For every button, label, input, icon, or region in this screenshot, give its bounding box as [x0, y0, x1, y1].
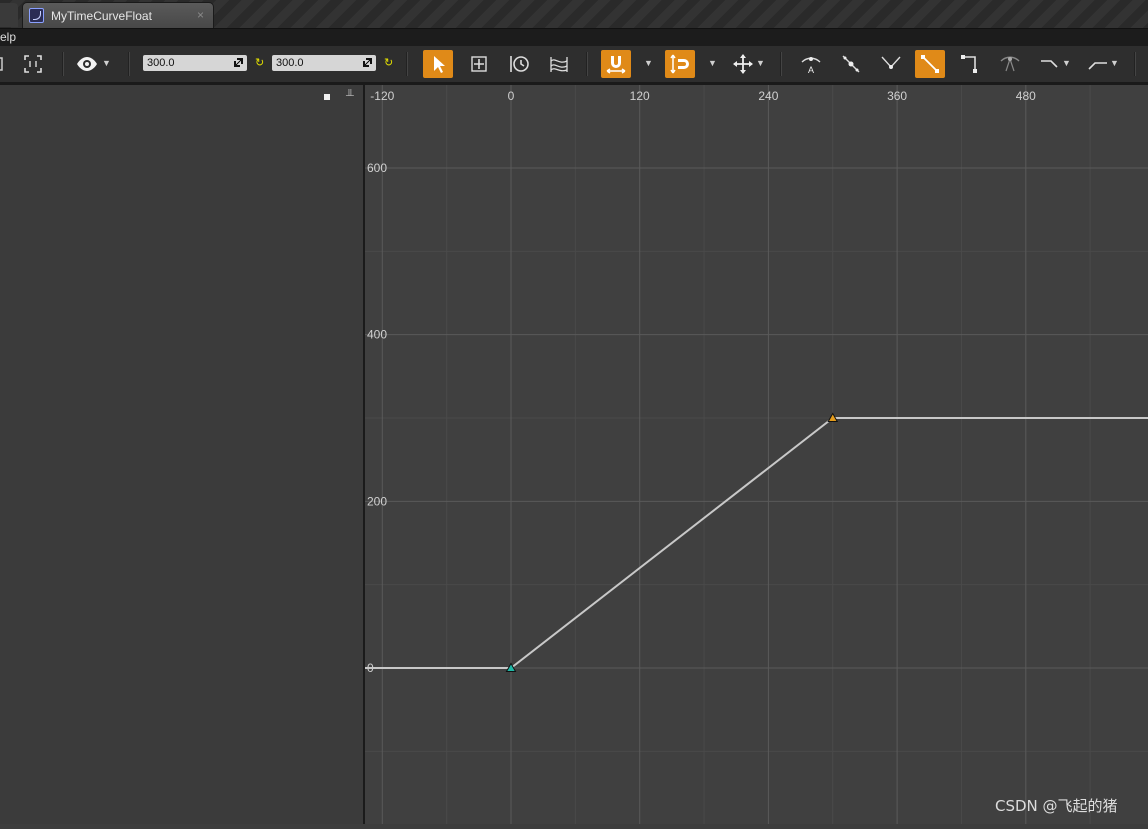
post-infinity-button[interactable]: [1083, 50, 1113, 78]
graph-background: [365, 85, 1148, 824]
value-field-1-text: 300.0: [147, 57, 175, 69]
flatten-tangent-icon: [1000, 56, 1020, 72]
select-tool-button[interactable]: [423, 50, 453, 78]
pre-infinity-icon: [1041, 60, 1058, 68]
reset-field-1-icon[interactable]: ↻: [255, 56, 264, 69]
post-infinity-icon: [1088, 62, 1107, 70]
value-field-2[interactable]: 300.0: [272, 55, 376, 71]
snap-time-button[interactable]: [601, 50, 631, 78]
curve-graph-canvas[interactable]: -12001202403604806 6004002000: [350, 85, 1148, 824]
frame-selection-button[interactable]: [18, 50, 48, 78]
user-tangent-icon: [842, 55, 860, 73]
pre-infinity-dropdown-icon[interactable]: ▼: [1062, 58, 1072, 68]
curve-asset-tab[interactable]: MyTimeCurveFloat ×: [22, 2, 214, 28]
eye-icon: [77, 57, 97, 71]
snap-value-button[interactable]: [665, 50, 695, 78]
y-tick-label: 400: [367, 328, 387, 342]
transform-icon: [471, 56, 487, 72]
snap-value-dropdown-icon[interactable]: ▼: [708, 58, 718, 68]
reset-field-2-icon[interactable]: ↻: [384, 56, 393, 69]
y-tick-label: 600: [367, 161, 387, 175]
retime-tool-button[interactable]: [504, 50, 534, 78]
curve-tree-panel: ╨: [0, 85, 363, 824]
x-tick-label: 480: [1016, 89, 1036, 103]
linear-interp-icon: [921, 55, 939, 73]
magnet-time-icon: [606, 56, 626, 74]
constant-interp-button[interactable]: [955, 50, 985, 78]
clock-icon: [510, 56, 529, 72]
post-infinity-dropdown-icon[interactable]: ▼: [1110, 58, 1120, 68]
expand-arrows-icon: [234, 58, 243, 67]
menu-help[interactable]: elp: [0, 30, 16, 44]
axis-snap-dropdown-icon[interactable]: ▼: [756, 58, 766, 68]
tab-bar: MyTimeCurveFloat ×: [0, 0, 1148, 29]
move-arrows-icon: [733, 54, 753, 74]
view-options-dropdown-icon[interactable]: ▼: [102, 58, 112, 68]
x-tick-label: 0: [508, 89, 515, 103]
linear-interp-button[interactable]: [915, 50, 945, 78]
pin-icon[interactable]: ╨: [346, 90, 354, 102]
break-tangent-icon: [881, 56, 901, 69]
view-options-button[interactable]: [74, 50, 100, 78]
watermark-text: CSDN @飞起的猪: [995, 797, 1118, 815]
user-tangent-button[interactable]: [836, 50, 866, 78]
curve-graph[interactable]: -12001202403604806 6004002000: [350, 85, 1148, 824]
x-tick-label: 120: [630, 89, 650, 103]
menu-bar: elp: [0, 29, 1148, 46]
previous-tab-stub[interactable]: [0, 3, 18, 27]
x-tick-label: 360: [887, 89, 907, 103]
value-field-1[interactable]: 300.0: [143, 55, 247, 71]
constant-interp-icon: [961, 55, 977, 73]
x-tick-label: -120: [370, 89, 394, 103]
auto-tangent-icon: A: [801, 57, 821, 75]
axis-snap-button[interactable]: [728, 50, 758, 78]
magnet-value-icon: [670, 54, 689, 74]
flatten-tangent-button[interactable]: [995, 50, 1025, 78]
multi-scale-tool-button[interactable]: [544, 50, 574, 78]
curve-editor-toolbar: ▼ 300.0 ↻ 300.0 ↻ ▼ ▼ ▼ A ▼ ▼: [0, 46, 1148, 85]
waves-icon: [550, 57, 568, 72]
frame-icon: [24, 55, 42, 73]
expand-arrows-icon: [363, 58, 372, 67]
x-tick-label: 240: [758, 89, 778, 103]
tab-title: MyTimeCurveFloat: [51, 9, 152, 23]
panel-options-icon[interactable]: [324, 94, 330, 100]
auto-tangent-button[interactable]: A: [796, 50, 826, 78]
cursor-icon: [434, 56, 445, 73]
close-tab-button[interactable]: ×: [197, 8, 204, 22]
value-field-2-text: 300.0: [276, 57, 304, 69]
svg-text:A: A: [808, 65, 814, 75]
y-tick-label: 200: [367, 494, 387, 508]
transform-tool-button[interactable]: [464, 50, 494, 78]
snap-time-dropdown-icon[interactable]: ▼: [644, 58, 654, 68]
curve-asset-icon: [29, 8, 44, 23]
pre-infinity-button[interactable]: [1035, 50, 1065, 78]
break-tangent-button[interactable]: [876, 50, 906, 78]
